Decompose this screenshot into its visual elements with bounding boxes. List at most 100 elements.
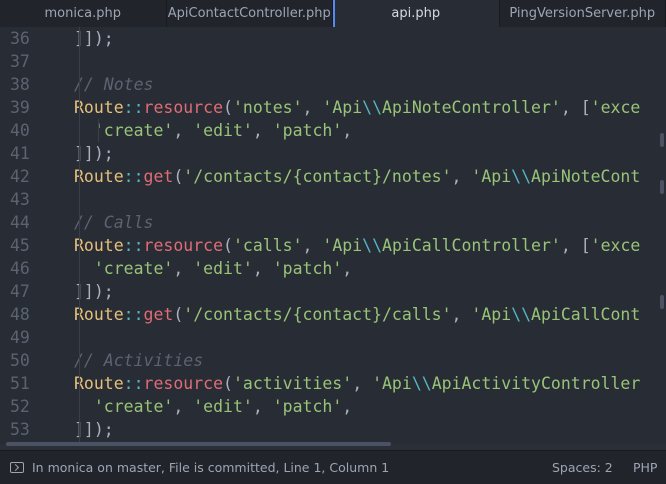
vertical-scroll-thumb[interactable] [660, 180, 664, 194]
tab-bar: monica.php ApiContactController.php api.… [0, 0, 666, 28]
string-token: ApiCallController' [382, 236, 561, 255]
code-line[interactable]: 46 'create', 'edit', 'patch', [0, 257, 666, 280]
code-text: 'create', 'edit', 'patch', [74, 119, 352, 142]
string-token: 'patch' [273, 259, 343, 278]
tab-ping-version-server[interactable]: PingVersionServer.php [500, 0, 666, 27]
code-line[interactable]: 43 [0, 188, 666, 211]
class-token: Route [74, 236, 124, 255]
status-left: In monica on master, File is committed, … [10, 451, 389, 484]
line-number: 41 [0, 142, 40, 165]
string-token: 'Api [322, 98, 362, 117]
code-line[interactable]: 48Route::get('/contacts/{contact}/calls'… [0, 303, 666, 326]
string-token: ApiActivityController [432, 374, 641, 393]
code-line[interactable]: 42Route::get('/contacts/{contact}/notes'… [0, 165, 666, 188]
line-number: 47 [0, 280, 40, 303]
string-token: 'activities' [233, 374, 352, 393]
string-token: '/contacts/{contact}/notes' [183, 167, 451, 186]
line-number: 37 [0, 50, 40, 73]
punctuation-token: ( [173, 167, 183, 186]
class-token: Route [74, 98, 124, 117]
punctuation-token: ( [173, 305, 183, 324]
punctuation-token [74, 397, 94, 416]
code-line[interactable]: 49 [0, 326, 666, 349]
string-token: 'create' [94, 121, 173, 140]
code-line[interactable]: 44// Calls [0, 211, 666, 234]
punctuation-token: , [452, 305, 472, 324]
operator-token: :: [124, 305, 144, 324]
horizontal-scrollbar[interactable] [0, 441, 666, 447]
indentation-setting[interactable]: Spaces: 2 [552, 451, 613, 484]
function-token: resource [144, 374, 223, 393]
punctuation-token [74, 259, 94, 278]
punctuation-token [74, 121, 94, 140]
operator-token: :: [124, 167, 144, 186]
vertical-scrollbar[interactable] [658, 27, 666, 444]
punctuation-token: , [253, 121, 273, 140]
code-editor[interactable]: 36]]);3738// Notes39Route::resource('not… [0, 27, 666, 444]
punctuation-token: ( [223, 374, 233, 393]
punctuation-token: ( [223, 236, 233, 255]
code-line[interactable]: 40 'create', 'edit', 'patch', [0, 119, 666, 142]
line-number: 52 [0, 395, 40, 418]
line-number: 46 [0, 257, 40, 280]
punctuation-token: , [342, 259, 352, 278]
tab-api-contact-controller[interactable]: ApiContactController.php [167, 0, 334, 27]
horizontal-scroll-thumb[interactable] [6, 442, 391, 446]
vertical-scroll-thumb[interactable] [660, 133, 664, 147]
terminal-icon[interactable] [10, 462, 24, 473]
code-line[interactable]: 38 // Notes [0, 73, 666, 96]
vertical-scroll-thumb[interactable] [660, 295, 664, 309]
string-token: ApiNoteController' [382, 98, 561, 117]
escape-token: \\ [511, 167, 531, 186]
code-line[interactable]: 51 Route::resource('activities', 'Api\\Ap… [0, 372, 666, 395]
string-token: 'notes' [233, 98, 303, 117]
escape-token: \\ [511, 305, 531, 324]
function-token: get [144, 305, 174, 324]
escape-token: \\ [412, 374, 432, 393]
code-line[interactable]: 45Route::resource('calls', 'Api\\ApiCall… [0, 234, 666, 257]
punctuation-token: , [173, 259, 193, 278]
code-text: 'create', 'edit', 'patch', [74, 257, 352, 280]
line-number: 38 [0, 73, 40, 96]
punctuation-token: , [253, 259, 273, 278]
punctuation-token: , [ [561, 236, 591, 255]
class-token: Route [74, 305, 124, 324]
punctuation-token: , [ [561, 98, 591, 117]
punctuation-token: , [303, 236, 323, 255]
code-text: Route::resource('notes', 'Api\\ApiNoteCo… [74, 96, 640, 119]
tab-api-php[interactable]: api.php [333, 0, 500, 27]
line-number: 39 [0, 96, 40, 119]
line-number: 51 [0, 372, 40, 395]
line-number: 36 [0, 27, 40, 50]
code-line[interactable]: 47]]); [0, 280, 666, 303]
code-line[interactable]: 36]]); [0, 27, 666, 50]
string-token: 'calls' [233, 236, 303, 255]
punctuation-token: , [303, 98, 323, 117]
line-number: 50 [0, 349, 40, 372]
code-line[interactable]: 41]]); [0, 142, 666, 165]
line-number: 45 [0, 234, 40, 257]
string-token: 'Api [471, 305, 511, 324]
punctuation-token: , [253, 397, 273, 416]
code-text: // Notes [74, 73, 153, 96]
punctuation-token: , [173, 397, 193, 416]
tab-monica-php[interactable]: monica.php [0, 0, 167, 27]
string-token: 'patch' [273, 397, 343, 416]
string-token: '/contacts/{contact}/calls' [183, 305, 451, 324]
function-token: resource [144, 236, 223, 255]
code-line[interactable]: 37 [0, 50, 666, 73]
code-line[interactable]: 39 Route::resource('notes', 'Api\\ApiNote… [0, 96, 666, 119]
operator-token: :: [124, 374, 144, 393]
code-line[interactable]: 53]]); [0, 418, 666, 441]
language-mode[interactable]: PHP [633, 451, 657, 484]
code-text: Route::resource('activities', 'Api\\ApiA… [74, 372, 640, 395]
class-token: Route [74, 374, 124, 393]
git-status-text[interactable]: In monica on master, File is committed, … [32, 451, 389, 484]
string-token: ApiCallCont [531, 305, 640, 324]
indent-guide [98, 119, 99, 142]
code-line[interactable]: 52 'create', 'edit', 'patch', [0, 395, 666, 418]
code-line[interactable]: 50// Activities [0, 349, 666, 372]
line-number: 49 [0, 326, 40, 349]
operator-token: :: [124, 98, 144, 117]
escape-token: \\ [362, 98, 382, 117]
